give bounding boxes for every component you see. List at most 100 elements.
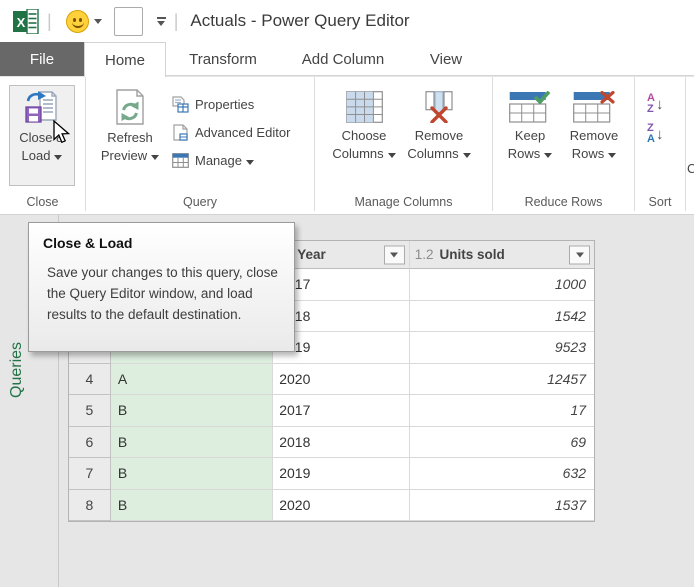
cell-product[interactable]: B — [111, 427, 273, 459]
tab-home[interactable]: Home — [84, 42, 166, 77]
close-load-tooltip: Close & Load Save your changes to this q… — [28, 222, 295, 352]
refresh-icon — [114, 89, 146, 125]
keep-rows-label-line1: Keep — [515, 127, 545, 145]
chevron-down-icon — [157, 21, 165, 26]
cell-units[interactable]: 632 — [410, 458, 594, 490]
choose-columns-label-line2: Columns — [332, 145, 395, 163]
title-bar: X | | Actuals - Power Query Editor — [0, 0, 694, 42]
tab-view[interactable]: View — [406, 42, 486, 76]
row-number[interactable]: 5 — [69, 395, 111, 427]
group-label-query: Query — [86, 195, 314, 209]
keep-rows-button[interactable]: Keep Rows — [501, 88, 559, 163]
filter-button-units-sold[interactable] — [569, 245, 590, 264]
remove-rows-button[interactable]: Remove Rows — [561, 88, 627, 163]
cell-units[interactable]: 12457 — [410, 364, 594, 396]
keep-rows-label-line2: Rows — [508, 145, 553, 163]
cell-year[interactable]: 2017 — [273, 395, 409, 427]
properties-label: Properties — [195, 97, 254, 112]
cell-units[interactable]: 1542 — [410, 301, 594, 333]
ribbon-group-query: Refresh Preview Properties — [86, 77, 315, 211]
feedback-smiley-button[interactable] — [66, 10, 102, 33]
group-label-sort: Sort — [635, 195, 685, 209]
queries-pane-label[interactable]: Queries — [8, 342, 26, 398]
remove-rows-label-line1: Remove — [570, 127, 618, 145]
tab-add-column[interactable]: Add Column — [280, 42, 406, 76]
remove-rows-label-line2: Rows — [572, 145, 617, 163]
table-row: 6 B 2018 69 — [69, 427, 594, 459]
remove-columns-button[interactable]: Remove Columns — [403, 88, 475, 163]
titlebar-separator: | — [47, 11, 52, 32]
quick-access-blank-button[interactable] — [114, 7, 143, 36]
keep-rows-icon — [509, 91, 551, 123]
advanced-editor-button[interactable]: Advanced Editor — [172, 121, 290, 143]
tab-file[interactable]: File — [0, 42, 84, 76]
manage-button[interactable]: Manage — [172, 149, 254, 171]
cell-year[interactable]: 2018 — [273, 427, 409, 459]
smiley-icon — [66, 10, 89, 33]
row-number[interactable]: 4 — [69, 364, 111, 396]
arrow-down-icon: ↓ — [656, 96, 664, 113]
cell-units[interactable]: 1537 — [410, 490, 594, 522]
row-number[interactable]: 6 — [69, 427, 111, 459]
column-name-units-sold: Units sold — [439, 247, 504, 262]
table-row: 4 A 2020 12457 — [69, 364, 594, 396]
clipped-ribbon-label: C — [687, 161, 694, 176]
remove-columns-label-line2: Columns — [407, 145, 470, 163]
ribbon-home: Close & Load Close Refresh Preview — [0, 77, 694, 215]
ribbon-group-sort: A Z ↓ Z A ↓ Sort — [635, 77, 686, 211]
sort-za-letter-a: A — [647, 134, 655, 145]
cell-year[interactable]: 2020 — [273, 364, 409, 396]
remove-columns-icon — [422, 91, 456, 123]
dropdown-arrow-icon — [151, 155, 159, 160]
refresh-preview-button[interactable]: Refresh Preview — [95, 86, 165, 165]
ribbon-group-manage-columns: Choose Columns Remove Columns Manage Col… — [315, 77, 493, 211]
ribbon-tabstrip: File Home Transform Add Column View — [0, 42, 694, 76]
cell-units[interactable]: 1000 — [410, 269, 594, 301]
cell-year[interactable]: 2019 — [273, 458, 409, 490]
cell-product[interactable]: A — [111, 364, 273, 396]
choose-columns-button[interactable]: Choose Columns — [328, 88, 400, 163]
cell-year[interactable]: 2020 — [273, 490, 409, 522]
editor-content: Queries Year 1.2 Units sold — [0, 215, 694, 587]
decimal-type-icon[interactable]: 1.2 — [415, 247, 434, 262]
row-number[interactable]: 8 — [69, 490, 111, 522]
cell-product[interactable]: B — [111, 458, 273, 490]
advanced-editor-icon — [172, 124, 189, 141]
cell-units[interactable]: 17 — [410, 395, 594, 427]
sort-az-letter-z: Z — [647, 104, 655, 115]
sort-descending-button[interactable]: Z A ↓ — [647, 123, 663, 145]
excel-icon: X — [13, 9, 39, 34]
group-label-manage-columns: Manage Columns — [315, 195, 492, 209]
manage-icon — [172, 153, 189, 168]
svg-text:X: X — [17, 15, 26, 30]
cell-units[interactable]: 9523 — [410, 332, 594, 364]
table-row: 8 B 2020 1537 — [69, 490, 594, 522]
choose-columns-label-line1: Choose — [342, 127, 387, 145]
cell-units[interactable]: 69 — [410, 427, 594, 459]
table-row: 7 B 2019 632 — [69, 458, 594, 490]
mouse-cursor-icon — [52, 120, 75, 145]
row-number[interactable]: 7 — [69, 458, 111, 490]
group-label-close: Close — [0, 195, 85, 209]
sort-ascending-button[interactable]: A Z ↓ — [647, 93, 663, 115]
table-row: 5 B 2017 17 — [69, 395, 594, 427]
dropdown-arrow-icon — [388, 153, 396, 158]
dropdown-arrow-icon — [463, 153, 471, 158]
arrow-down-icon: ↓ — [656, 126, 664, 143]
cell-product[interactable]: B — [111, 395, 273, 427]
tab-transform[interactable]: Transform — [166, 42, 280, 76]
filter-arrow-icon — [576, 252, 584, 257]
dropdown-arrow-icon — [54, 155, 62, 160]
filter-button-year[interactable] — [384, 245, 405, 264]
refresh-label-line1: Refresh — [107, 129, 153, 147]
dropdown-arrow-icon — [246, 160, 254, 165]
properties-button[interactable]: Properties — [172, 93, 254, 115]
column-header-units-sold[interactable]: 1.2 Units sold — [410, 241, 594, 269]
quick-access-toolbar-dropdown[interactable] — [157, 17, 166, 26]
power-query-editor-window: X | | Actuals - Power Query Editor File … — [0, 0, 694, 587]
cell-product[interactable]: B — [111, 490, 273, 522]
group-label-reduce-rows: Reduce Rows — [493, 195, 634, 209]
choose-columns-icon — [346, 91, 383, 123]
remove-rows-icon — [573, 91, 615, 123]
advanced-editor-label: Advanced Editor — [195, 125, 290, 140]
